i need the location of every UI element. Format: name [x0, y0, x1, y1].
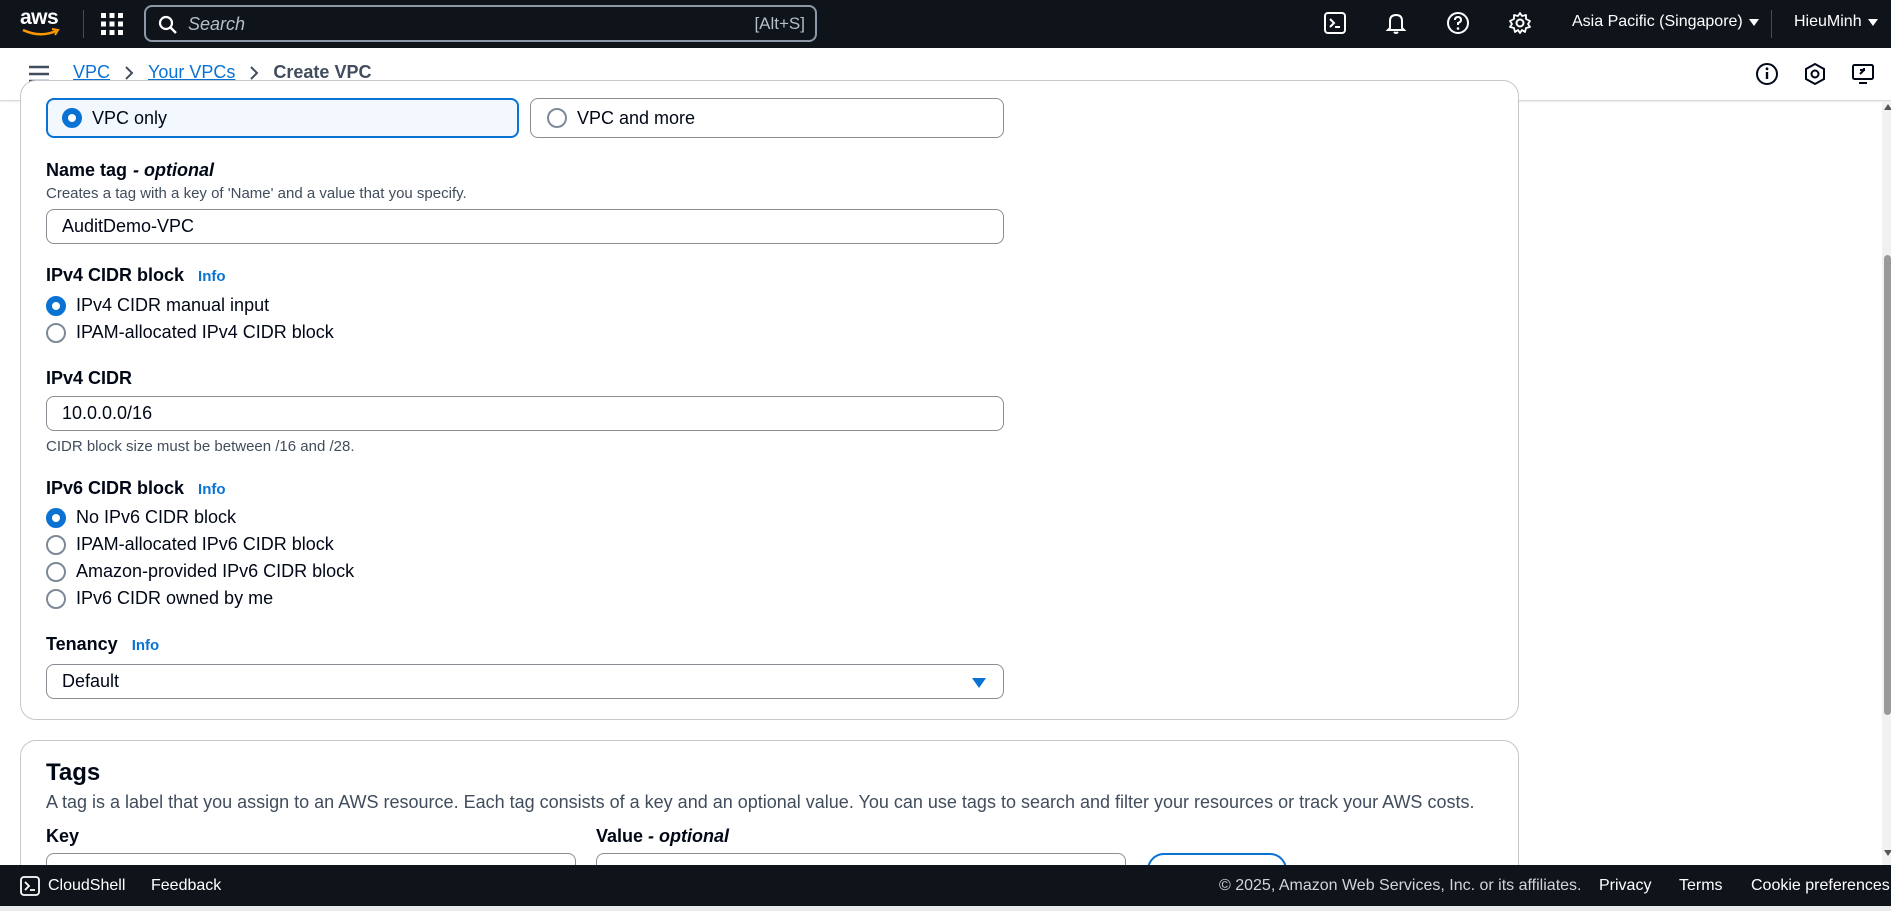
ipv4-cidr-hint: CIDR block size must be between /16 and … [46, 438, 355, 455]
optional-tag: - optional [133, 160, 215, 180]
vpc-only-radio[interactable] [62, 108, 82, 128]
ipv4-cidr-block-title: IPv4 CIDR block [46, 265, 185, 285]
tenancy-label: Tenancy Info [46, 634, 159, 655]
ipv6-owned-label: IPv6 CIDR owned by me [76, 588, 274, 608]
notifications-settings-icon[interactable] [1803, 62, 1827, 86]
ipv6-ipam-label: IPAM-allocated IPv6 CIDR block [76, 534, 334, 554]
copyright-text: © 2025, Amazon Web Services, Inc. or its… [1219, 877, 1582, 894]
tenancy-select[interactable]: Default [46, 664, 1004, 699]
name-tag-title: Name tag [46, 160, 128, 180]
ipv4-manual-radio[interactable] [46, 295, 66, 316]
tag-key-label: Key [46, 826, 80, 846]
aws-logo[interactable]: aws [20, 6, 62, 38]
region-label: Asia Pacific (Singapore) [1572, 13, 1743, 30]
info-icon[interactable] [1755, 62, 1779, 86]
scroll-down-arrow-icon[interactable] [1884, 850, 1891, 856]
vpc-and-more-label: VPC and more [577, 107, 696, 128]
bottom-strip [0, 906, 1891, 911]
ipv6-cidr-block-title: IPv6 CIDR block [46, 478, 185, 498]
name-tag-description: Creates a tag with a key of 'Name' and a… [46, 185, 467, 202]
ipv6-owned-radio[interactable] [46, 588, 66, 609]
ipv4-ipam-option[interactable]: IPAM-allocated IPv4 CIDR block [46, 322, 334, 343]
name-tag-label: Name tag - optional [46, 160, 214, 181]
ipv4-ipam-label: IPAM-allocated IPv4 CIDR block [76, 322, 334, 342]
ipv4-info-link[interactable]: Info [198, 268, 226, 285]
tag-value-title: Value [596, 826, 644, 846]
feedback-link[interactable]: Feedback [151, 877, 221, 895]
ipv4-cidr-label: IPv4 CIDR [46, 368, 133, 388]
caret-down-icon [972, 678, 986, 688]
ipv6-none-label: No IPv6 CIDR block [76, 507, 237, 527]
screen-share-icon[interactable] [1851, 62, 1875, 86]
aws-smile-icon [22, 28, 60, 36]
aws-logo-text: aws [20, 6, 59, 29]
search-input[interactable] [188, 11, 728, 37]
gear-icon[interactable] [1508, 11, 1534, 37]
ipv4-cidr-block-label: IPv4 CIDR block Info [46, 265, 226, 286]
scroll-up-arrow-icon[interactable] [1884, 104, 1891, 110]
ipv6-amazon-label: Amazon-provided IPv6 CIDR block [76, 561, 355, 581]
footer: CloudShell Feedback © 2025, Amazon Web S… [0, 865, 1891, 906]
ipv4-ipam-radio[interactable] [46, 322, 66, 343]
chevron-right-icon [249, 65, 259, 81]
ipv6-amazon-option[interactable]: Amazon-provided IPv6 CIDR block [46, 561, 354, 582]
user-menu[interactable]: HieuMinh [1794, 13, 1878, 31]
vpc-only-tile[interactable]: VPC only [46, 98, 519, 138]
chevron-right-icon [124, 65, 134, 81]
region-selector[interactable]: Asia Pacific (Singapore) [1572, 13, 1759, 31]
ipv6-none-radio[interactable] [46, 507, 66, 528]
tags-title: Tags [46, 759, 101, 786]
name-tag-input[interactable] [46, 209, 1004, 244]
top-navigation: aws [Alt+S] Asia Pacific (Si [0, 0, 1891, 48]
tag-value-label: Value - optional [596, 826, 729, 847]
ipv6-ipam-option[interactable]: IPAM-allocated IPv6 CIDR block [46, 534, 334, 555]
tenancy-info-link[interactable]: Info [132, 637, 160, 654]
vpc-and-more-radio[interactable] [547, 108, 567, 128]
ipv6-cidr-block-label: IPv6 CIDR block Info [46, 478, 226, 499]
cloudshell-icon [20, 876, 40, 896]
ipv6-info-link[interactable]: Info [198, 481, 226, 498]
cloudshell-button[interactable]: CloudShell [20, 876, 125, 896]
scrollbar-thumb[interactable] [1884, 255, 1891, 715]
vpc-only-label: VPC only [92, 107, 168, 128]
user-name: HieuMinh [1794, 13, 1862, 30]
tags-description: A tag is a label that you assign to an A… [46, 792, 1475, 812]
caret-down-icon [1867, 18, 1878, 26]
optional-tag: - optional [648, 826, 730, 846]
ipv6-amazon-radio[interactable] [46, 561, 66, 582]
nav-divider [83, 10, 84, 38]
terms-link[interactable]: Terms [1679, 877, 1723, 895]
privacy-link[interactable]: Privacy [1599, 877, 1651, 895]
cloudshell-icon[interactable] [1323, 11, 1349, 37]
tenancy-title: Tenancy [46, 634, 118, 654]
ipv4-cidr-input[interactable] [46, 396, 1004, 431]
tenancy-value: Default [62, 671, 120, 691]
search-icon [158, 15, 178, 40]
search-shortcut: [Alt+S] [754, 14, 805, 33]
ipv6-none-option[interactable]: No IPv6 CIDR block [46, 507, 236, 528]
caret-down-icon [1748, 18, 1759, 26]
cloudshell-label: CloudShell [48, 877, 126, 894]
ipv6-owned-option[interactable]: IPv6 CIDR owned by me [46, 588, 273, 609]
help-icon[interactable] [1446, 11, 1472, 37]
vpc-and-more-tile[interactable]: VPC and more [530, 98, 1004, 138]
apps-grid-icon[interactable] [100, 12, 124, 36]
ipv4-manual-label: IPv4 CIDR manual input [76, 295, 270, 315]
cookie-preferences-link[interactable]: Cookie preferences [1751, 877, 1890, 895]
ipv4-manual-option[interactable]: IPv4 CIDR manual input [46, 295, 269, 316]
ipv6-ipam-radio[interactable] [46, 534, 66, 555]
bell-icon[interactable] [1384, 11, 1410, 37]
search-box[interactable]: [Alt+S] [144, 5, 817, 42]
nav-divider [1771, 10, 1772, 38]
